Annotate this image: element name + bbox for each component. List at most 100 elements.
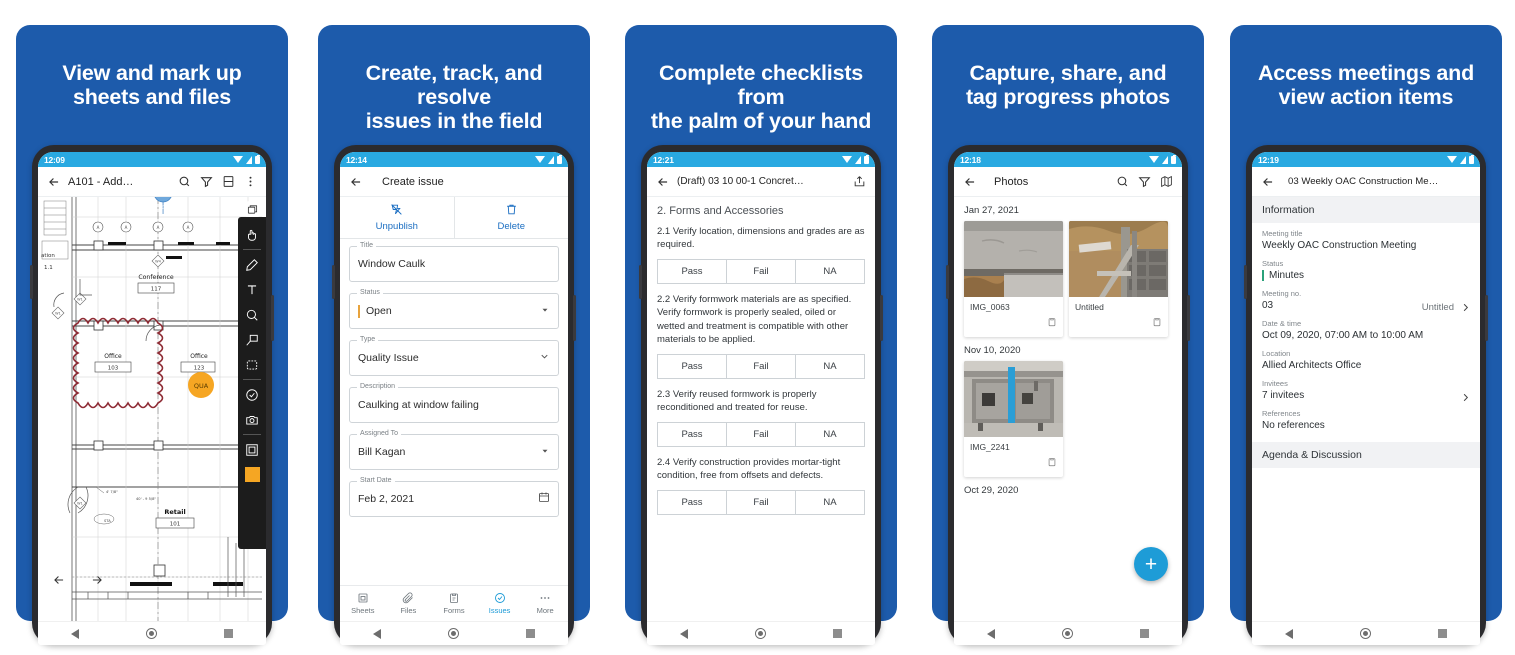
page-navigation[interactable] (52, 573, 104, 587)
tab-sheets[interactable]: Sheets (340, 592, 386, 615)
shape-tool[interactable] (240, 437, 264, 462)
checklist-content[interactable]: 2. Forms and Accessories 2.1 Verify loca… (647, 197, 875, 621)
android-nav-bar[interactable] (38, 621, 266, 645)
back-nav-icon[interactable] (71, 628, 80, 639)
back-nav-icon[interactable] (680, 628, 689, 639)
photo-card[interactable]: IMG_0063 (964, 221, 1063, 337)
home-nav-icon[interactable] (754, 628, 766, 639)
back-nav-icon[interactable] (987, 628, 996, 639)
next-page-arrow[interactable] (90, 573, 104, 587)
type-field[interactable]: Type Quality Issue (349, 336, 559, 376)
description-field[interactable]: Description Caulking at window failing (349, 383, 559, 423)
answer-fail[interactable]: Fail (727, 422, 796, 446)
field-value: Oct 09, 2020, 07:00 AM to 10:00 AM (1262, 330, 1424, 341)
floor-plan[interactable]: AA AA A01 W4 W1 W1 W1 Conference 117 Off… (38, 197, 266, 621)
create-issue-form[interactable]: Unpublish Delete Title Window Caulk Stat… (340, 197, 568, 621)
chevron-down-icon[interactable] (539, 349, 550, 367)
recents-nav-icon[interactable] (1437, 629, 1447, 638)
answer-fail[interactable]: Fail (727, 354, 796, 378)
calendar-icon[interactable] (538, 490, 550, 508)
recents-nav-icon[interactable] (223, 629, 233, 638)
tab-more[interactable]: More (522, 592, 568, 615)
back-arrow-icon[interactable] (348, 174, 363, 189)
sheet-viewer[interactable]: AA AA A01 W4 W1 W1 W1 Conference 117 Off… (38, 197, 266, 621)
back-nav-icon[interactable] (1285, 628, 1294, 639)
map-icon[interactable] (1159, 174, 1174, 189)
android-nav-bar[interactable] (647, 621, 875, 645)
camera-tool[interactable] (240, 407, 264, 432)
previous-page-arrow[interactable] (52, 573, 66, 587)
answer-group[interactable]: Pass Fail NA (657, 421, 865, 447)
home-nav-icon[interactable] (447, 628, 459, 639)
select-hand-tool[interactable] (240, 222, 264, 247)
field-label: Status (1262, 259, 1284, 268)
home-nav-icon[interactable] (1061, 628, 1073, 639)
answer-na[interactable]: NA (796, 491, 864, 514)
callout-tool[interactable] (240, 327, 264, 352)
clipboard-icon[interactable] (1047, 454, 1057, 472)
photo-card[interactable]: IMG_2241 (964, 361, 1063, 477)
answer-pass[interactable]: Pass (658, 422, 727, 446)
cloud-tool[interactable] (240, 352, 264, 377)
search-icon[interactable] (1115, 174, 1130, 189)
home-nav-icon[interactable] (1359, 628, 1371, 639)
chevron-down-icon[interactable] (540, 443, 550, 461)
home-nav-icon[interactable] (145, 628, 157, 639)
color-swatch[interactable] (240, 462, 264, 487)
filter-icon[interactable] (1137, 174, 1152, 189)
answer-group[interactable]: Pass Fail NA (657, 489, 865, 515)
chevron-down-icon[interactable] (540, 302, 550, 320)
clipboard-icon[interactable] (1152, 314, 1162, 332)
back-arrow-icon[interactable] (962, 174, 977, 189)
answer-group[interactable]: Pass Fail NA (657, 258, 865, 284)
status-field[interactable]: Status Open (349, 289, 559, 329)
unpublish-button[interactable]: Unpublish (340, 197, 455, 238)
title-field[interactable]: Title Window Caulk (349, 242, 559, 282)
android-nav-bar[interactable] (1252, 621, 1480, 645)
meeting-invitees-row[interactable]: Invitees 7 invitees (1252, 373, 1480, 403)
overflow-menu-icon[interactable] (243, 174, 258, 189)
clipboard-icon[interactable] (1047, 314, 1057, 332)
search-icon[interactable] (177, 174, 192, 189)
share-icon[interactable] (852, 174, 867, 189)
pen-tool[interactable] (240, 252, 264, 277)
answer-pass[interactable]: Pass (658, 354, 727, 378)
bottom-tab-bar[interactable]: Sheets Files Forms Issues More (340, 585, 568, 621)
answer-pass[interactable]: Pass (658, 259, 727, 283)
meeting-details[interactable]: Information Meeting title Weekly OAC Con… (1252, 197, 1480, 621)
recents-nav-icon[interactable] (1139, 629, 1149, 638)
tab-forms[interactable]: Forms (431, 592, 477, 615)
assigned-to-field[interactable]: Assigned To Bill Kagan (349, 430, 559, 470)
recents-nav-icon[interactable] (832, 629, 842, 638)
tab-files[interactable]: Files (386, 592, 432, 615)
android-nav-bar[interactable] (954, 621, 1182, 645)
app-bar: 03 Weekly OAC Construction Me… (1252, 167, 1480, 197)
answer-fail[interactable]: Fail (727, 490, 796, 514)
back-arrow-icon[interactable] (655, 174, 670, 189)
back-nav-icon[interactable] (373, 628, 382, 639)
answer-fail[interactable]: Fail (727, 259, 796, 283)
answer-na[interactable]: NA (796, 355, 864, 378)
photos-list[interactable]: Jan 27, 2021 IMG_0063 Untitled Nov 10, 2… (954, 197, 1182, 621)
answer-pass[interactable]: Pass (658, 490, 727, 514)
tab-issues[interactable]: Issues (477, 592, 523, 615)
back-arrow-icon[interactable] (46, 174, 61, 189)
add-photo-button[interactable]: + (1134, 547, 1168, 581)
android-nav-bar[interactable] (340, 621, 568, 645)
delete-button[interactable]: Delete (455, 197, 569, 238)
start-date-field[interactable]: Start Date Feb 2, 2021 (349, 477, 559, 517)
answer-na[interactable]: NA (796, 423, 864, 446)
back-arrow-icon[interactable] (1260, 174, 1275, 189)
recents-nav-icon[interactable] (525, 629, 535, 638)
answer-group[interactable]: Pass Fail NA (657, 353, 865, 379)
text-tool[interactable] (240, 277, 264, 302)
stamp-tool[interactable] (240, 302, 264, 327)
check-tool[interactable] (240, 382, 264, 407)
meeting-number-row[interactable]: Meeting no. 03 Untitled (1252, 283, 1480, 313)
answer-na[interactable]: NA (796, 260, 864, 283)
annotation-toolbar[interactable] (238, 217, 266, 549)
compare-icon[interactable] (221, 174, 236, 189)
photo-card[interactable]: Untitled (1069, 221, 1168, 337)
issue-action-row[interactable]: Unpublish Delete (340, 197, 568, 239)
filter-icon[interactable] (199, 174, 214, 189)
